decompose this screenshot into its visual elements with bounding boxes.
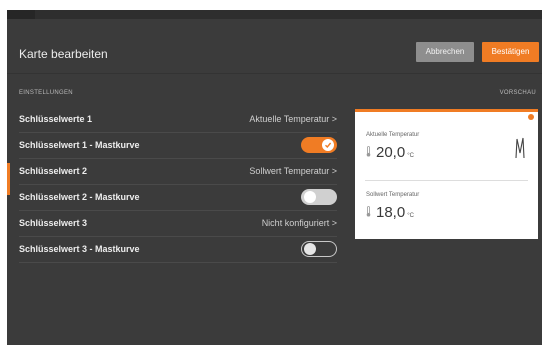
thermometer-icon xyxy=(366,146,371,157)
preview-item-value: 18,0 xyxy=(376,204,406,221)
setting-label: Schlüsselwert 3 xyxy=(19,218,88,228)
chevron-right-icon: > xyxy=(331,166,337,176)
setting-row-key-value-3[interactable]: Schlüsselwert 3 Nicht konfiguriert > xyxy=(19,211,337,237)
status-dot xyxy=(528,114,534,120)
confirm-button[interactable]: Bestätigen xyxy=(482,42,539,62)
preview-item-reading: 20,0 °C xyxy=(366,144,419,161)
curve-toggle-1[interactable] xyxy=(301,137,337,153)
dialog-header: Karte bearbeiten Abbrechen Bestätigen xyxy=(7,19,542,74)
preview-item-1: Aktuelle Temperatur 20,0 °C xyxy=(366,132,419,161)
setting-label: Schlüsselwert 2 xyxy=(19,166,88,176)
preview-item-value: 20,0 xyxy=(376,144,406,161)
preview-item-unit: °C xyxy=(407,213,414,219)
settings-section-label: EINSTELLUNGEN xyxy=(19,90,73,96)
setting-row-key-value-3-curve: Schlüsselwert 3 - Mastkurve xyxy=(19,237,337,263)
preview-item-2: Sollwert Temperatur 18,0 °C xyxy=(366,192,419,221)
setting-row-key-value-2[interactable]: Schlüsselwert 2 Sollwert Temperatur > xyxy=(19,159,337,185)
edit-card-dialog: Karte bearbeiten Abbrechen Bestätigen EI… xyxy=(7,10,542,345)
preview-section-label: VORSCHAU xyxy=(499,90,536,96)
preview-divider xyxy=(365,180,528,181)
chevron-right-icon: > xyxy=(331,114,337,124)
curve-toggle-2[interactable] xyxy=(301,189,337,205)
setting-value: Sollwert Temperatur > xyxy=(249,166,337,176)
toggle-knob xyxy=(304,191,316,203)
thermometer-icon xyxy=(366,206,371,217)
setting-label: Schlüsselwert 2 - Mastkurve xyxy=(19,192,140,202)
setting-label: Schlüsselwert 3 - Mastkurve xyxy=(19,244,140,254)
preview-item-label: Aktuelle Temperatur xyxy=(366,132,420,138)
top-strip xyxy=(7,10,542,19)
preview-item-label: Sollwert Temperatur xyxy=(366,192,420,198)
setting-label: Schlüsselwerte 1 xyxy=(19,114,93,124)
curve-icon xyxy=(515,137,525,159)
toggle-knob xyxy=(322,139,334,151)
setting-value: Nicht konfiguriert > xyxy=(261,218,337,228)
setting-value: Aktuelle Temperatur > xyxy=(249,114,337,124)
settings-list: Schlüsselwerte 1 Aktuelle Temperatur > S… xyxy=(19,107,337,263)
setting-label: Schlüsselwert 1 - Mastkurve xyxy=(19,140,140,150)
setting-row-key-value-2-curve: Schlüsselwert 2 - Mastkurve xyxy=(19,185,337,211)
curve-toggle-3[interactable] xyxy=(301,241,337,257)
setting-row-key-value-1[interactable]: Schlüsselwerte 1 Aktuelle Temperatur > xyxy=(19,107,337,133)
preview-item-reading: 18,0 °C xyxy=(366,204,419,221)
preview-item-unit: °C xyxy=(407,153,414,159)
side-indicator xyxy=(7,163,10,195)
setting-row-key-value-1-curve: Schlüsselwert 1 - Mastkurve xyxy=(19,133,337,159)
dialog-title: Karte bearbeiten xyxy=(19,47,108,61)
toggle-knob xyxy=(304,243,316,255)
preview-card: Aktuelle Temperatur 20,0 °C Sollwert Tem… xyxy=(355,109,538,239)
check-icon xyxy=(325,142,332,149)
cancel-button[interactable]: Abbrechen xyxy=(416,42,474,62)
chevron-right-icon: > xyxy=(331,218,337,228)
